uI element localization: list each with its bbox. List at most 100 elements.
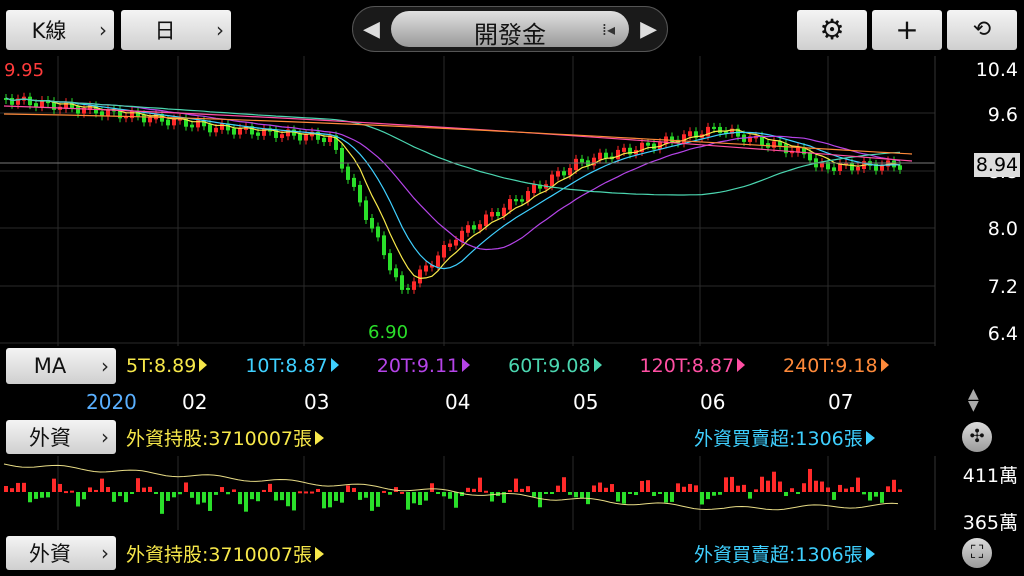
- candle-body: [298, 133, 302, 141]
- candle-body: [214, 127, 218, 133]
- net-buy-bar: [646, 480, 650, 492]
- net-buy-bar: [592, 485, 596, 492]
- chevron-right-icon: ›: [101, 354, 109, 378]
- candle-body: [646, 142, 650, 146]
- candle-body: [208, 124, 212, 133]
- net-buy-bar: [70, 490, 74, 493]
- rotate-screen-button[interactable]: ⟲: [947, 10, 1017, 50]
- net-buy-bar: [748, 492, 752, 499]
- candle-body: [220, 123, 224, 130]
- ma-value: 60T:9.08: [508, 355, 602, 377]
- prev-stock-icon[interactable]: ◀: [363, 17, 380, 42]
- net-buy-bar: [46, 492, 50, 498]
- period-button[interactable]: 日 ›: [121, 10, 231, 50]
- resize-handle-icon[interactable]: ▲ ▼: [968, 387, 979, 413]
- candle-body: [520, 199, 524, 202]
- net-buy-bar: [112, 492, 116, 502]
- ma-label: MA: [33, 354, 67, 378]
- net-buy-bar: [544, 492, 548, 494]
- net-buy-bar: [376, 492, 380, 507]
- net-buy-bar: [574, 492, 578, 498]
- net-buy-bar: [730, 476, 734, 492]
- net-buy-bar: [454, 492, 458, 508]
- next-stock-icon[interactable]: ▶: [640, 17, 657, 42]
- fullscreen-icon[interactable]: ⛶: [962, 538, 992, 568]
- net-buy-bar: [40, 492, 44, 498]
- stock-title-pill[interactable]: 開發金 ⁞◂: [391, 11, 629, 49]
- net-buy-bar: [658, 492, 662, 494]
- net-buy-bar: [808, 468, 812, 492]
- price-tick: 10.4: [975, 59, 1018, 81]
- candle-body: [772, 141, 776, 148]
- candle-body: [406, 287, 410, 290]
- chevron-right-icon: ›: [99, 18, 107, 42]
- net-buy-bar: [862, 492, 866, 495]
- candlestick-chart[interactable]: [0, 56, 1024, 346]
- net-buy-bar: [304, 491, 308, 494]
- net-buy-bar: [448, 492, 452, 499]
- net-buy-bar: [694, 485, 698, 492]
- net-buy-bar: [556, 485, 560, 492]
- net-buy-bar: [724, 477, 728, 492]
- net-buy-bar: [472, 488, 476, 492]
- net-buy-bar: [766, 480, 770, 492]
- ma-line: [3, 105, 913, 162]
- price-tick: 7.2: [987, 276, 1018, 298]
- net-buy-bar: [154, 492, 158, 494]
- net-buy-bar: [406, 492, 410, 510]
- ma-value: 120T:8.87: [640, 355, 746, 377]
- move-icon[interactable]: ✣: [962, 422, 992, 452]
- net-buy-bar: [820, 481, 824, 492]
- chart-type-button[interactable]: K線 ›: [6, 10, 114, 50]
- net-buy-bar: [208, 492, 212, 511]
- add-button[interactable]: +: [872, 10, 942, 50]
- candle-body: [550, 174, 554, 187]
- net-buy-bar: [268, 483, 272, 492]
- net-buy-bar: [148, 486, 152, 492]
- net-buy-bar: [466, 487, 470, 492]
- net-buy-bar: [736, 485, 740, 492]
- net-buy-bar: [34, 492, 38, 499]
- foreign-panel-button-2[interactable]: 外資 ›: [6, 536, 116, 570]
- month-label: 06: [700, 390, 726, 414]
- ma-line: [5, 97, 901, 251]
- net-buy-bar: [484, 490, 488, 493]
- month-label: 04: [445, 390, 471, 414]
- candle-body: [148, 117, 152, 123]
- period-label: 日: [154, 19, 176, 43]
- ma-line: [3, 113, 913, 155]
- candle-body: [262, 128, 266, 136]
- candle-body: [484, 214, 488, 227]
- ma-button[interactable]: MA ›: [6, 348, 116, 384]
- net-buy-bar: [580, 492, 584, 499]
- candle-body: [358, 184, 362, 203]
- net-buy-bar: [844, 488, 848, 492]
- net-buy-bar: [292, 492, 296, 511]
- net-buy-bar: [94, 489, 98, 492]
- settings-button[interactable]: ⚙: [797, 10, 867, 50]
- net-buy-bar: [136, 478, 140, 492]
- ma-value: 10T:8.87: [245, 355, 339, 377]
- candle-body: [622, 147, 626, 152]
- candle-body: [562, 171, 566, 176]
- candle-body: [574, 158, 578, 170]
- ma-value: 20T:9.11: [377, 355, 471, 377]
- net-buy-bar: [52, 478, 56, 492]
- foreign-net-buy: 外資買賣超:1306張: [694, 424, 875, 451]
- candle-body: [514, 199, 518, 202]
- net-buy-bar: [382, 490, 386, 493]
- candle-body: [352, 177, 356, 187]
- candle-body: [256, 132, 260, 136]
- net-buy-bar: [772, 471, 776, 492]
- net-buy-bar: [4, 486, 8, 492]
- foreign-volume-chart[interactable]: [0, 456, 1024, 530]
- net-buy-bar: [286, 492, 290, 507]
- month-label: 07: [828, 390, 854, 414]
- chevron-right-icon: ›: [101, 541, 109, 565]
- net-buy-bar: [628, 492, 632, 494]
- net-buy-bar: [634, 492, 638, 496]
- stock-selector[interactable]: ◀ 開發金 ⁞◂ ▶: [352, 6, 668, 52]
- net-buy-bar: [322, 492, 326, 509]
- foreign-panel-button[interactable]: 外資 ›: [6, 420, 116, 454]
- net-buy-bar: [778, 481, 782, 492]
